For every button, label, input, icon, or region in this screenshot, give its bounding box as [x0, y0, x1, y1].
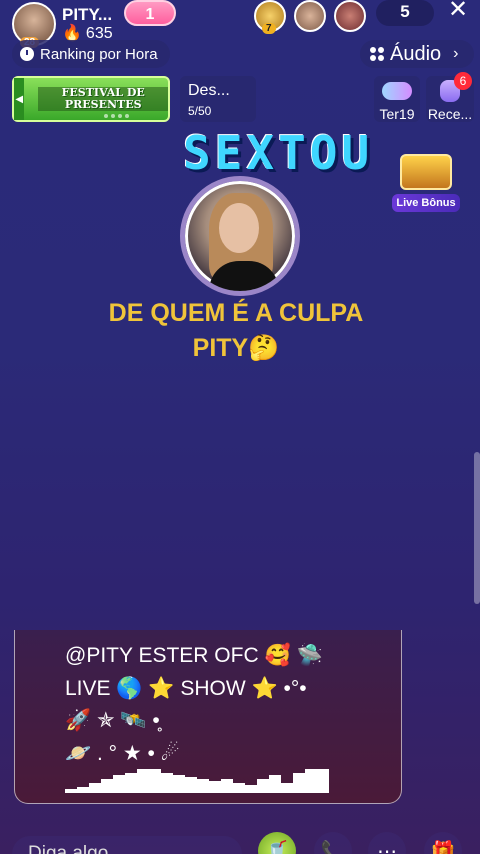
- follow-count: 1: [145, 6, 155, 23]
- chevron-right-icon: ›: [453, 45, 459, 62]
- ranking-button[interactable]: Ranking por Hora: [12, 40, 170, 68]
- viewer-avatar[interactable]: 7: [254, 0, 286, 34]
- more-icon[interactable]: ⋯: [368, 832, 406, 854]
- close-icon[interactable]: ✕: [446, 0, 470, 24]
- viewer-badge: 7: [262, 23, 276, 34]
- bio-line-1: @PITY ESTER OFC 🥰 🛸: [65, 644, 323, 667]
- audio-button[interactable]: Áudio ›: [360, 40, 474, 68]
- live-bonus-button[interactable]: Live Bônus: [392, 154, 460, 212]
- host-name: PITY...: [62, 4, 113, 24]
- challenge-card[interactable]: Des... 5/50: [180, 76, 256, 122]
- viewer-list: 7: [254, 0, 366, 34]
- follow-button[interactable]: 1: [124, 0, 176, 26]
- notification-badge: 6: [454, 72, 472, 90]
- challenge-progress: 5/50: [188, 104, 212, 118]
- sextou-banner: SEXTOU: [183, 126, 374, 180]
- comment-input[interactable]: [12, 836, 242, 854]
- challenge-title: Des...: [188, 82, 230, 99]
- clock-icon: [20, 47, 34, 61]
- cloud-icon: [382, 82, 412, 100]
- viewer-avatar[interactable]: [294, 0, 326, 32]
- room-title: DE QUEM É A CULPA PITY🤔: [0, 296, 472, 366]
- gift-icon[interactable]: 🎁: [424, 832, 462, 854]
- bottom-bar: 🥤 📞 ⋯ 🎁: [0, 832, 480, 854]
- rece-label: Rece...: [427, 106, 473, 122]
- viewer-avatar[interactable]: [334, 0, 366, 32]
- room-title-line1: DE QUEM É A CULPA: [108, 299, 364, 327]
- bio-line-2: LIVE 🌎 ⭐ SHOW ⭐ •°•: [65, 676, 307, 700]
- festival-text: FESTIVAL DE PRESENTES: [38, 87, 168, 111]
- skyline-decoration: [65, 769, 329, 793]
- bio-line-3: 🚀 ✯ 🛰️ •̥: [65, 709, 160, 733]
- streamer-avatar[interactable]: [180, 176, 300, 296]
- grid-icon: [370, 47, 384, 61]
- carousel-dots: [104, 114, 129, 118]
- room-title-line2: PITY🤔: [192, 334, 280, 362]
- bio-line-4: 🪐 . ° ★ • ☄: [65, 741, 180, 765]
- drink-icon[interactable]: 🥤: [258, 832, 296, 854]
- video-call-icon[interactable]: 📞: [314, 832, 352, 854]
- ter-button[interactable]: Ter19: [374, 76, 420, 122]
- rece-button[interactable]: 6 Rece...: [426, 72, 474, 122]
- treasure-chest-icon: [400, 154, 452, 190]
- live-bonus-label: Live Bônus: [392, 194, 460, 212]
- ranking-label: Ranking por Hora: [40, 45, 158, 63]
- ter-label: Ter19: [379, 106, 415, 122]
- chevron-left-icon[interactable]: ◀: [14, 78, 25, 120]
- scrollbar[interactable]: [474, 452, 480, 604]
- viewer-count[interactable]: 5: [376, 0, 434, 26]
- festival-banner[interactable]: ◀ FESTIVAL DE PRESENTES: [12, 76, 170, 122]
- bio-card: @PITY ESTER OFC 🥰 🛸 LIVE 🌎 ⭐ SHOW ⭐ •°• …: [14, 630, 402, 804]
- audio-label: Áudio: [390, 42, 442, 65]
